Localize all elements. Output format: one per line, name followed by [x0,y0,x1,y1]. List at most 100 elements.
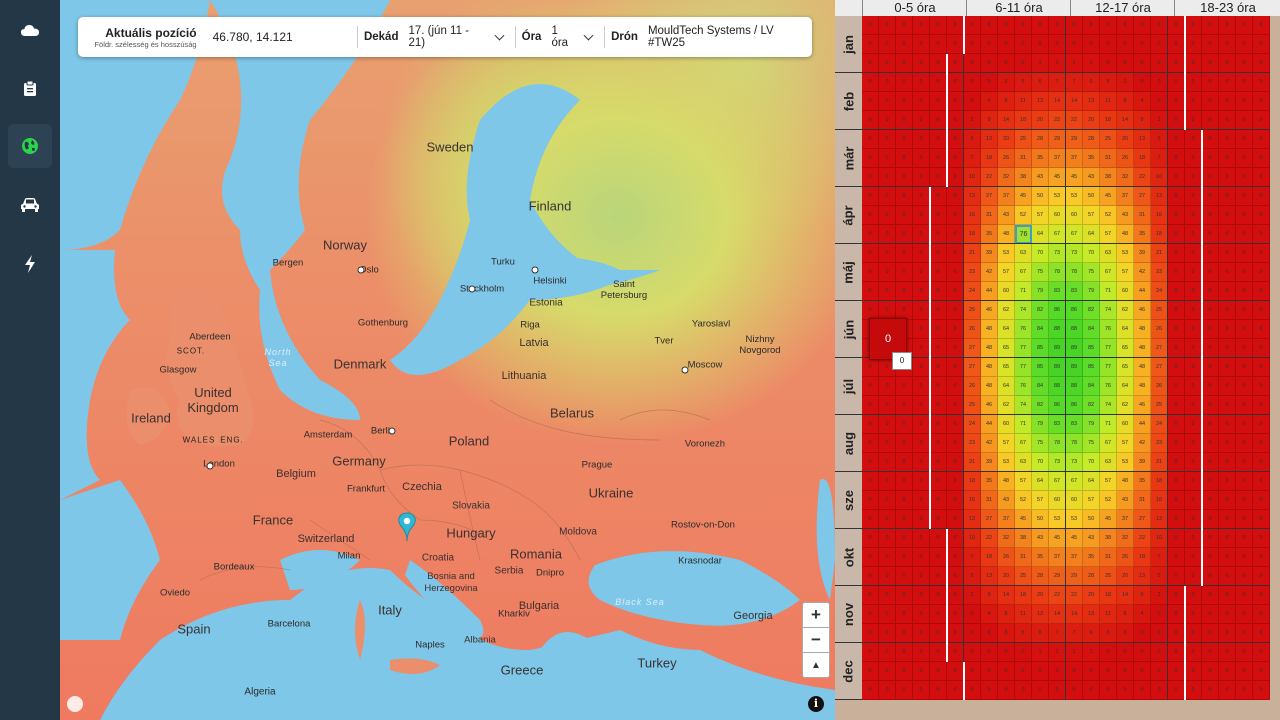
heatmap-cell[interactable]: 0 [879,35,896,54]
heatmap-cell[interactable]: 7 [1049,624,1066,643]
heatmap-cell[interactable]: 0 [1253,339,1270,358]
heatmap-cell[interactable]: 0 [896,187,913,206]
heatmap-cell[interactable]: 37 [998,510,1015,529]
heatmap-cell[interactable]: 44 [1134,282,1151,301]
heatmap-cell[interactable]: 48 [1117,225,1134,244]
heatmap-cell[interactable]: 0 [1151,73,1168,92]
heatmap-cell[interactable]: 0 [1219,662,1236,681]
heatmap-cell[interactable]: 0 [896,92,913,111]
heatmap-cell[interactable]: 3 [998,73,1015,92]
heatmap-cell[interactable]: 0 [947,187,964,206]
heatmap-cell[interactable]: 78 [1049,434,1066,453]
heatmap-cell[interactable]: 31 [1134,491,1151,510]
heatmap-cell[interactable]: 27 [1151,339,1168,358]
heatmap-cell[interactable]: 0 [1168,263,1185,282]
heatmap-cell[interactable]: 64 [998,320,1015,339]
heatmap-cell[interactable]: 0 [913,35,930,54]
heatmap-cell[interactable]: 0 [1185,168,1202,187]
heatmap-cell[interactable]: 18 [1134,548,1151,567]
heatmap-cell[interactable]: 0 [1202,491,1219,510]
heatmap-cell[interactable]: 0 [1151,35,1168,54]
heatmap-cell[interactable]: 0 [1236,206,1253,225]
heatmap-cell[interactable]: 0 [1202,377,1219,396]
heatmap-cell[interactable]: 0 [930,244,947,263]
heatmap-cell[interactable]: 0 [930,320,947,339]
heatmap-cell[interactable]: 0 [1219,168,1236,187]
heatmap-cell[interactable]: 22 [1049,586,1066,605]
heatmap-cell[interactable]: 0 [981,643,998,662]
heatmap-cell[interactable]: 24 [964,282,981,301]
heatmap-cell[interactable]: 22 [1049,111,1066,130]
compass-button[interactable]: ▲ [802,652,830,678]
heatmap-cell[interactable]: 0 [947,263,964,282]
heatmap-cell[interactable]: 37 [1066,149,1083,168]
heatmap-cell[interactable]: 0 [947,130,964,149]
heatmap-cell[interactable]: 0 [1253,35,1270,54]
heatmap-cell[interactable]: 5 [1015,624,1032,643]
heatmap-cell[interactable]: 0 [862,567,879,586]
heatmap-cell[interactable]: 0 [981,624,998,643]
heatmap-cell[interactable]: 0 [930,681,947,700]
heatmap-cell[interactable]: 0 [1253,472,1270,491]
heatmap-cell[interactable]: 0 [913,73,930,92]
heatmap-cell[interactable]: 0 [1219,282,1236,301]
heatmap-cell[interactable]: 43 [998,491,1015,510]
heatmap-cell[interactable]: 88 [1049,320,1066,339]
heatmap-cell[interactable]: 53 [1066,187,1083,206]
heatmap-cell[interactable]: 63 [1100,453,1117,472]
heatmap-cell[interactable]: 0 [1219,643,1236,662]
heatmap-cell[interactable]: 0 [1236,301,1253,320]
heatmap-cell[interactable]: 0 [930,225,947,244]
heatmap-cell[interactable]: 67 [1049,472,1066,491]
heatmap-cell[interactable]: 89 [1049,358,1066,377]
heatmap-cell[interactable]: 7 [1049,73,1066,92]
heatmap-cell[interactable]: 0 [964,35,981,54]
heatmap-cell[interactable]: 0 [1134,662,1151,681]
heatmap-cell[interactable]: 31 [1100,149,1117,168]
heatmap-cell[interactable]: 76 [1015,377,1032,396]
heatmap-cell[interactable]: 0 [1100,643,1117,662]
heatmap-cell[interactable]: 76 [1100,377,1117,396]
heatmap-cell[interactable]: 0 [964,73,981,92]
heatmap-cell[interactable]: 25 [964,396,981,415]
heatmap-cell[interactable]: 0 [879,415,896,434]
heatmap-cell[interactable]: 0 [896,624,913,643]
heatmap-cell[interactable]: 0 [862,358,879,377]
heatmap-cell[interactable]: 0 [947,35,964,54]
heatmap-cell[interactable]: 0 [1185,377,1202,396]
heatmap-cell[interactable]: 85 [1032,358,1049,377]
heatmap-cell[interactable]: 0 [1168,320,1185,339]
heatmap-cell[interactable]: 1 [1032,643,1049,662]
heatmap-cell[interactable]: 65 [1117,358,1134,377]
heatmap-cell[interactable]: 22 [981,168,998,187]
heatmap-cell[interactable]: 78 [1066,434,1083,453]
heatmap-cell[interactable]: 0 [1185,624,1202,643]
heatmap-cell[interactable]: 0 [930,358,947,377]
heatmap-cell[interactable]: 0 [1202,662,1219,681]
heatmap-cell[interactable]: 5 [1151,567,1168,586]
heatmap-cell[interactable]: 0 [1151,643,1168,662]
heatmap-cell[interactable]: 67 [1066,225,1083,244]
heatmap-cell[interactable]: 0 [1202,16,1219,35]
heatmap-cell[interactable]: 0 [1236,491,1253,510]
heatmap-cell[interactable]: 0 [1236,16,1253,35]
drone-select[interactable]: MouldTech Systems / LV #TW25 [648,25,812,49]
heatmap-cell[interactable]: 13 [981,567,998,586]
heatmap-cell[interactable]: 0 [1185,16,1202,35]
heatmap-cell[interactable]: 21 [1151,244,1168,263]
heatmap-cell[interactable]: 10 [1151,529,1168,548]
heatmap-cell[interactable]: 0 [947,548,964,567]
heatmap-cell[interactable]: 0 [1219,92,1236,111]
heatmap-cell[interactable]: 43 [1117,491,1134,510]
heatmap-cell[interactable]: 71 [1015,415,1032,434]
heatmap-cell[interactable]: 24 [1151,415,1168,434]
heatmap-cell[interactable]: 25 [1100,567,1117,586]
heatmap-cell[interactable]: 44 [981,282,998,301]
heatmap-cell[interactable]: 22 [1066,111,1083,130]
heatmap-cell[interactable]: 8 [1117,92,1134,111]
heatmap-cell[interactable]: 0 [879,244,896,263]
heatmap-cell[interactable]: 0 [1185,358,1202,377]
heatmap-cell[interactable]: 0 [1236,130,1253,149]
heatmap-cell[interactable]: 0 [896,206,913,225]
heatmap-cell[interactable]: 0 [896,54,913,73]
